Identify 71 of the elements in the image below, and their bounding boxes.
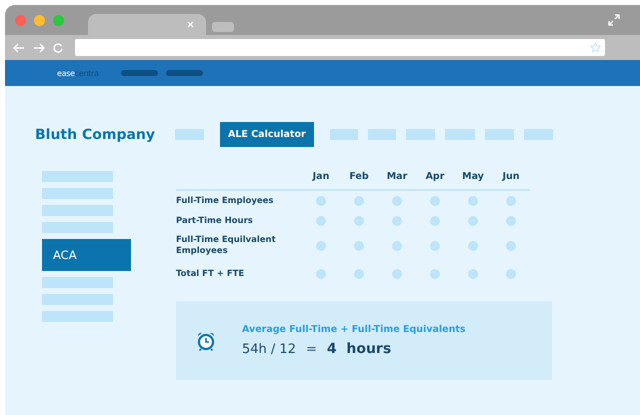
star-icon[interactable]	[590, 42, 601, 53]
logo[interactable]: easecentra	[57, 68, 99, 78]
placeholder-dot	[430, 216, 440, 226]
placeholder-dot	[468, 241, 478, 251]
placeholder-dot	[468, 269, 478, 279]
tab-placeholder[interactable]	[444, 129, 475, 140]
sidebar-placeholder[interactable]	[42, 294, 113, 305]
placeholder-dot	[392, 241, 402, 251]
placeholder-dot	[430, 269, 440, 279]
placeholder-dot	[354, 216, 364, 226]
placeholder-dot	[316, 269, 326, 279]
sidebar-placeholder[interactable]	[42, 205, 113, 216]
column-header: May	[454, 171, 492, 191]
placeholder-dot	[316, 241, 326, 251]
back-arrow-icon[interactable]	[13, 42, 25, 52]
placeholder-dot	[392, 196, 402, 206]
formula: 54h / 12	[242, 342, 296, 357]
placeholder-dot	[506, 196, 516, 206]
company-name: Bluth Company	[35, 126, 156, 142]
column-header: Mar	[378, 171, 416, 191]
sidebar-placeholder[interactable]	[42, 171, 113, 182]
row-label: Part-Time Hours	[176, 214, 254, 228]
row-label: Full-Time Equilvalent Employees	[176, 234, 277, 258]
nav-placeholder[interactable]	[120, 70, 158, 76]
column-header: Jun	[492, 171, 530, 191]
new-tab-button[interactable]	[212, 22, 234, 32]
placeholder-dot	[316, 196, 326, 206]
result: 4 hours	[326, 341, 392, 357]
tab-placeholder[interactable]	[524, 129, 553, 140]
sidebar-placeholder[interactable]	[42, 188, 113, 199]
placeholder-dot	[468, 216, 478, 226]
sidebar-placeholder[interactable]	[42, 277, 113, 288]
summary-title: Average Full-Time + Full-Time Equivalents	[242, 324, 466, 335]
placeholder-dot	[354, 241, 364, 251]
minimize-window-icon[interactable]	[34, 14, 45, 26]
placeholder-dot	[430, 196, 440, 206]
tab[interactable]: ALE Calculator	[220, 122, 314, 147]
close-icon[interactable]	[187, 21, 194, 28]
tab-placeholder[interactable]	[406, 129, 435, 140]
address-bar[interactable]	[75, 39, 605, 56]
column-header: Feb	[340, 171, 378, 191]
tab-placeholder[interactable]	[484, 129, 514, 140]
sidebar-placeholder[interactable]	[42, 222, 113, 233]
browser-tab[interactable]	[88, 14, 206, 35]
nav-placeholder[interactable]	[166, 70, 203, 76]
fullscreen-icon[interactable]	[608, 14, 620, 26]
column-header: Apr	[416, 171, 454, 191]
placeholder-dot	[392, 216, 402, 226]
placeholder-dot	[506, 241, 516, 251]
row-label: Full-Time Employees	[176, 194, 274, 208]
tab-placeholder[interactable]	[330, 129, 358, 140]
placeholder-dot	[506, 216, 516, 226]
placeholder-dot	[506, 269, 516, 279]
placeholder-dot	[354, 269, 364, 279]
placeholder-dot	[316, 216, 326, 226]
placeholder-dot	[354, 196, 364, 206]
placeholder-dot	[468, 196, 478, 206]
sidebar-item[interactable]: ACA	[42, 239, 131, 271]
placeholder-dot	[430, 241, 440, 251]
tab-placeholder[interactable]	[175, 129, 204, 140]
alarm-clock-icon	[196, 330, 216, 350]
row-label: Total FT + FTE	[176, 268, 246, 280]
sidebar-placeholder[interactable]	[42, 311, 113, 322]
tab-placeholder[interactable]	[368, 129, 396, 140]
reload-icon[interactable]	[53, 42, 63, 52]
column-header: Jan	[302, 171, 340, 191]
forward-arrow-icon[interactable]	[33, 42, 45, 52]
equals-sign: =	[306, 342, 317, 357]
close-window-icon[interactable]	[15, 14, 26, 26]
placeholder-dot	[392, 269, 402, 279]
maximize-window-icon[interactable]	[53, 14, 64, 26]
